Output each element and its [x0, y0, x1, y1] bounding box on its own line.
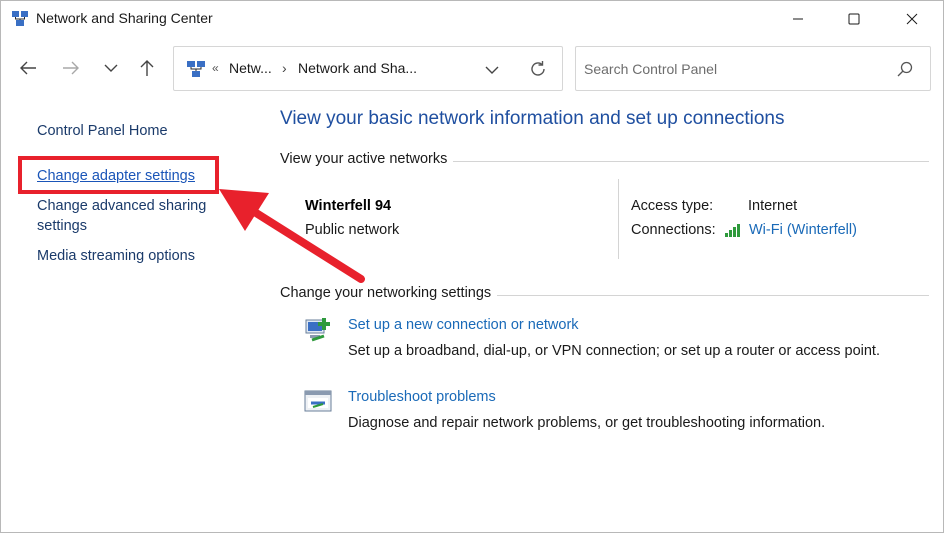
recent-locations-button[interactable]: [96, 53, 126, 83]
troubleshoot-problems-link[interactable]: Troubleshoot problems: [348, 389, 496, 405]
setup-connection-link[interactable]: Set up a new connection or network: [348, 317, 579, 333]
refresh-icon[interactable]: [528, 59, 548, 79]
active-networks-heading: View your active networks: [280, 151, 454, 167]
breadcrumb-separator[interactable]: ›: [282, 60, 287, 76]
close-button[interactable]: [882, 1, 942, 37]
search-box[interactable]: [575, 46, 931, 91]
minimize-button[interactable]: [768, 1, 828, 37]
page-title: View your basic network information and …: [280, 108, 785, 129]
connections-label: Connections:: [631, 222, 716, 238]
setup-connection-description: Set up a broadband, dial-up, or VPN conn…: [348, 343, 880, 359]
maximize-button[interactable]: [824, 1, 884, 37]
control-panel-home-link[interactable]: Control Panel Home: [37, 121, 168, 141]
up-button[interactable]: [132, 53, 162, 83]
troubleshoot-icon: [304, 390, 332, 412]
close-icon: [906, 13, 918, 25]
search-icon[interactable]: [896, 60, 914, 78]
maximize-icon: [848, 13, 860, 25]
section-divider: [451, 161, 929, 162]
network-center-icon: [187, 61, 205, 77]
network-info-divider: [618, 179, 619, 259]
chevron-down-icon: [104, 64, 118, 72]
arrow-up-icon: [140, 60, 154, 76]
network-center-icon: [12, 11, 28, 26]
annotation-highlight-box: [18, 156, 219, 194]
access-type-label: Access type:: [631, 198, 714, 214]
title-bar: Network and Sharing Center: [1, 1, 943, 37]
change-advanced-sharing-settings-link[interactable]: Change advanced sharing settings: [37, 196, 227, 236]
back-button[interactable]: [13, 53, 43, 83]
section-divider: [496, 295, 929, 296]
chevron-down-icon[interactable]: [482, 61, 502, 79]
arrow-left-icon: [20, 61, 36, 75]
window-title: Network and Sharing Center: [36, 10, 213, 26]
network-sharing-center-window: Network and Sharing Center « Netw... › N…: [0, 0, 944, 533]
change-settings-heading: Change your networking settings: [280, 285, 498, 301]
minimize-icon: [793, 18, 803, 20]
wifi-connection-link[interactable]: Wi-Fi (Winterfell): [749, 222, 857, 238]
network-name: Winterfell 94: [305, 198, 392, 214]
wifi-signal-icon: [725, 224, 740, 237]
troubleshoot-problems-description: Diagnose and repair network problems, or…: [348, 415, 826, 431]
breadcrumb-network[interactable]: Netw...: [229, 60, 272, 76]
breadcrumb-overflow[interactable]: «: [212, 61, 219, 75]
arrow-right-icon: [63, 61, 79, 75]
access-type-value: Internet: [748, 198, 798, 214]
new-connection-icon: [305, 318, 330, 342]
network-category: Public network: [305, 222, 400, 238]
search-input[interactable]: [584, 59, 884, 79]
address-bar[interactable]: « Netw... › Network and Sha...: [173, 46, 563, 91]
breadcrumb-network-sharing[interactable]: Network and Sha...: [298, 60, 417, 76]
media-streaming-options-link[interactable]: Media streaming options: [37, 246, 195, 266]
forward-button[interactable]: [56, 53, 86, 83]
